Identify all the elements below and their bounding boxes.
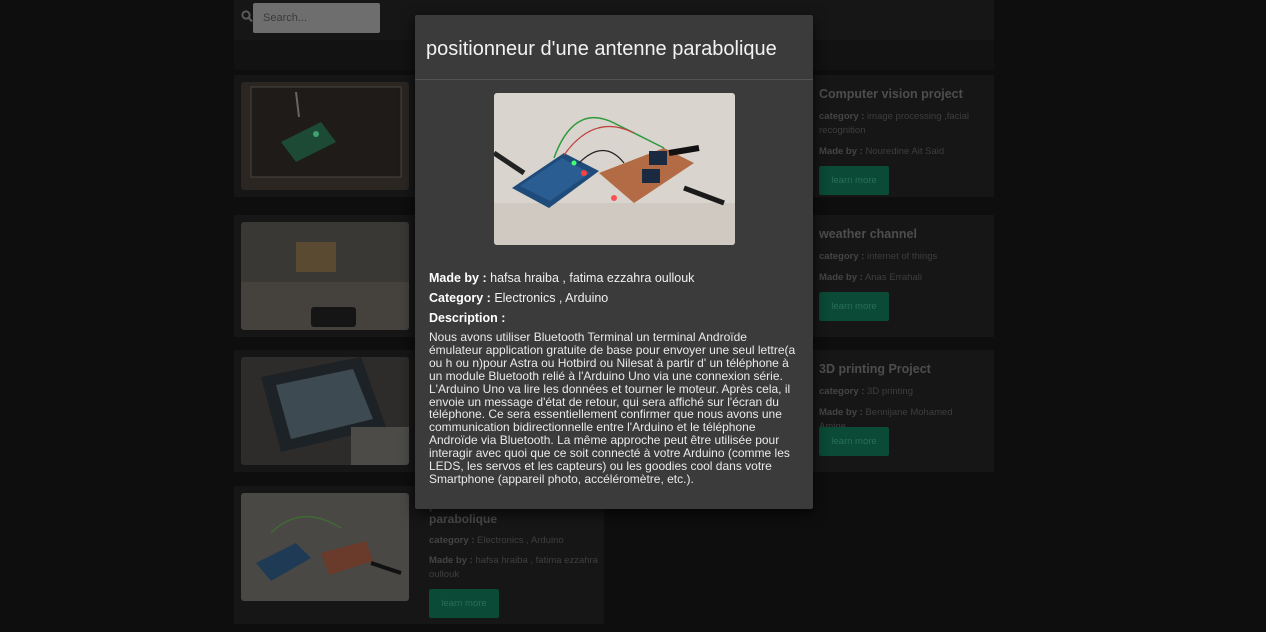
project-category: category : Electronics , Arduino bbox=[429, 534, 599, 548]
project-category: category : 3D printing bbox=[819, 385, 979, 399]
category-value: Electronics , Arduino bbox=[477, 535, 564, 546]
made-by-label: Made by : bbox=[819, 272, 863, 283]
made-by-value: Nouredine Ait Said bbox=[865, 146, 945, 157]
project-category: category : image processing ,facial reco… bbox=[819, 110, 979, 138]
learn-more-button[interactable]: learn more bbox=[819, 166, 889, 195]
search-icon[interactable] bbox=[241, 10, 253, 24]
made-by-row: Made by : hafsa hraiba , fatima ezzahra … bbox=[429, 271, 694, 285]
category-label: category : bbox=[429, 535, 475, 546]
category-value: internet of things bbox=[867, 251, 938, 262]
description-label: Description : bbox=[429, 311, 506, 325]
category-label: category : bbox=[819, 251, 865, 262]
made-by-label: Made by : bbox=[819, 407, 863, 418]
category-value: 3D printing bbox=[867, 386, 913, 397]
made-by-value: hafsa hraiba , fatima ezzahra oullouk bbox=[490, 271, 695, 285]
modal-title: positionneur d'une antenne parabolique bbox=[426, 38, 777, 60]
description-row: Description : bbox=[429, 311, 505, 325]
learn-more-button[interactable]: learn more bbox=[819, 292, 889, 321]
project-title: 3D printing Project bbox=[819, 362, 931, 376]
project-detail-modal: positionneur d'une antenne parabolique M… bbox=[415, 15, 813, 509]
project-category: category : internet of things bbox=[819, 250, 979, 264]
made-by-label: Made by : bbox=[429, 555, 473, 566]
project-thumbnail[interactable] bbox=[241, 82, 409, 190]
project-title: weather channel bbox=[819, 227, 917, 241]
project-author: Made by : Anas Errahali bbox=[819, 271, 979, 285]
project-card: 3D printing Project category : 3D printi… bbox=[811, 350, 994, 472]
project-thumbnail[interactable] bbox=[241, 357, 409, 465]
project-title: Computer vision project bbox=[819, 87, 963, 101]
made-by-label: Made by : bbox=[819, 146, 863, 157]
project-author: Made by : hafsa hraiba , fatima ezzahra … bbox=[429, 554, 601, 582]
category-label: Category : bbox=[429, 291, 491, 305]
search-input[interactable] bbox=[253, 3, 380, 33]
project-author: Made by : Nouredine Ait Said bbox=[819, 145, 979, 159]
learn-more-button[interactable]: learn more bbox=[429, 589, 499, 618]
project-thumbnail[interactable] bbox=[241, 222, 409, 330]
category-label: category : bbox=[819, 111, 865, 122]
project-thumbnail[interactable] bbox=[241, 493, 409, 601]
learn-more-button[interactable]: learn more bbox=[819, 427, 889, 456]
made-by-value: Anas Errahali bbox=[864, 272, 922, 283]
category-label: category : bbox=[819, 386, 865, 397]
project-card: Computer vision project category : image… bbox=[811, 75, 994, 197]
project-image bbox=[494, 93, 735, 245]
project-card: weather channel category : internet of t… bbox=[811, 215, 994, 337]
category-value: Electronics , Arduino bbox=[494, 291, 609, 305]
modal-header: positionneur d'une antenne parabolique bbox=[415, 15, 813, 80]
description-text: Nous avons utiliser Bluetooth Terminal u… bbox=[429, 330, 796, 486]
made-by-label: Made by : bbox=[429, 271, 487, 285]
category-row: Category : Electronics , Arduino bbox=[429, 291, 608, 305]
